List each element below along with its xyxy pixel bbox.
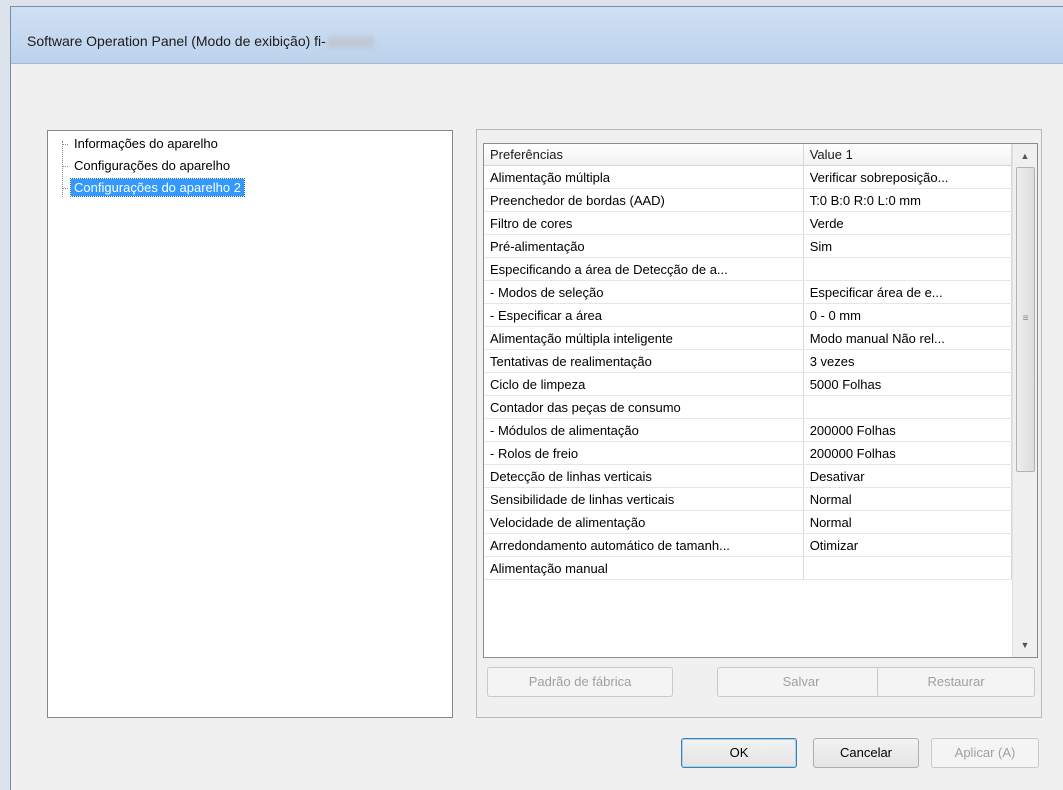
table-row[interactable]: - Módulos de alimentação 200000 Folhas <box>484 418 1013 442</box>
title-bar[interactable]: Software Operation Panel (Modo de exibiç… <box>11 7 1063 63</box>
property-name-cell: Detecção de linhas verticais <box>484 464 804 488</box>
table-row[interactable]: Pré-alimentação Sim <box>484 234 1013 258</box>
property-name-cell: Alimentação múltipla inteligente <box>484 326 804 350</box>
ok-button[interactable]: OK <box>681 738 797 768</box>
property-value-cell[interactable]: 200000 Folhas <box>803 441 1013 465</box>
table-row[interactable]: Alimentação manual <box>484 556 1013 580</box>
property-value-cell[interactable]: Especificar área de e... <box>803 280 1013 304</box>
scrollbar-thumb[interactable]: ≡ <box>1016 167 1035 472</box>
property-value-cell[interactable]: Normal <box>803 487 1013 511</box>
tree-item-device-settings-2[interactable]: Configurações do aparelho 2 <box>62 178 245 199</box>
property-name-cell: Alimentação manual <box>484 556 804 580</box>
property-value-cell[interactable]: Otimizar <box>803 533 1013 557</box>
property-value-cell[interactable]: 0 - 0 mm <box>803 303 1013 327</box>
table-row[interactable]: Sensibilidade de linhas verticais Normal <box>484 487 1013 511</box>
property-name-cell: Pré-alimentação <box>484 234 804 258</box>
window-title-text: Software Operation Panel (Modo de exibiç… <box>27 33 326 49</box>
settings-group: Preferências Value 1 Alimentação múltipl… <box>476 129 1042 718</box>
scroll-up-icon[interactable]: ▲ <box>1015 146 1035 166</box>
apply-button[interactable]: Aplicar (A) <box>931 738 1039 768</box>
property-value-cell[interactable]: T:0 B:0 R:0 L:0 mm <box>803 188 1013 212</box>
tree-connector <box>62 166 68 168</box>
restore-button[interactable]: Restaurar <box>877 667 1035 697</box>
property-value-cell[interactable]: 3 vezes <box>803 349 1013 373</box>
table-row[interactable]: Filtro de cores Verde <box>484 211 1013 235</box>
property-value-cell[interactable]: Desativar <box>803 464 1013 488</box>
property-value-cell[interactable]: Normal <box>803 510 1013 534</box>
property-value-cell[interactable] <box>803 395 1013 419</box>
table-row[interactable]: Tentativas de realimentação 3 vezes <box>484 349 1013 373</box>
preferences-grid[interactable]: Preferências Value 1 Alimentação múltipl… <box>483 143 1038 658</box>
save-button[interactable]: Salvar <box>717 667 885 697</box>
tree-connector <box>62 144 68 146</box>
property-value-cell[interactable]: Verificar sobreposição... <box>803 165 1013 189</box>
property-name-cell: - Modos de seleção <box>484 280 804 304</box>
property-value-cell[interactable]: Modo manual Não rel... <box>803 326 1013 350</box>
property-value-cell[interactable]: Verde <box>803 211 1013 235</box>
tree-item-label: Configurações do aparelho <box>74 158 231 173</box>
property-name-cell: Filtro de cores <box>484 211 804 235</box>
property-value-cell[interactable] <box>803 556 1013 580</box>
property-name-cell: - Especificar a área <box>484 303 804 327</box>
table-row[interactable]: Preenchedor de bordas (AAD) T:0 B:0 R:0 L… <box>484 188 1013 212</box>
property-name-cell: Sensibilidade de linhas verticais <box>484 487 804 511</box>
property-name-cell: Tentativas de realimentação <box>484 349 804 373</box>
table-row[interactable]: Alimentação múltipla inteligente Modo man… <box>484 326 1013 350</box>
preferences-table: Preferências Value 1 Alimentação múltipl… <box>484 144 1013 580</box>
property-name-cell: Preenchedor de bordas (AAD) <box>484 188 804 212</box>
tree-item-device-info[interactable]: Informações do aparelho <box>62 135 221 155</box>
property-name-cell: Velocidade de alimentação <box>484 510 804 534</box>
property-name-cell: - Módulos de alimentação <box>484 418 804 442</box>
table-row[interactable]: Alimentação múltipla Verificar sobreposiç… <box>484 165 1013 189</box>
table-row[interactable]: Detecção de linhas verticais Desativar <box>484 464 1013 488</box>
property-value-cell[interactable]: 5000 Folhas <box>803 372 1013 396</box>
redacted-model-name <box>327 36 374 48</box>
scrollbar-grip-icon: ≡ <box>1022 313 1029 324</box>
table-row[interactable]: Especificando a área de Detecção de a... <box>484 257 1013 281</box>
property-value-cell[interactable]: 200000 Folhas <box>803 418 1013 442</box>
property-name-cell: Arredondamento automático de tamanh... <box>484 533 804 557</box>
column-header-preferences[interactable]: Preferências <box>484 144 804 166</box>
property-name-cell: Alimentação múltipla <box>484 165 804 189</box>
settings-tree[interactable]: Informações do aparelho Configurações do… <box>47 130 453 718</box>
table-row[interactable]: Contador das peças de consumo <box>484 395 1013 419</box>
table-row[interactable]: - Rolos de freio 200000 Folhas <box>484 441 1013 465</box>
property-value-cell[interactable]: Sim <box>803 234 1013 258</box>
property-name-cell: Ciclo de limpeza <box>484 372 804 396</box>
dialog-window: Software Operation Panel (Modo de exibiç… <box>10 6 1063 790</box>
table-row[interactable]: Arredondamento automático de tamanh... Ot… <box>484 533 1013 557</box>
table-row[interactable]: Ciclo de limpeza 5000 Folhas <box>484 372 1013 396</box>
tree-item-label: Informações do aparelho <box>74 136 218 151</box>
cancel-button[interactable]: Cancelar <box>813 738 919 768</box>
property-value-cell[interactable] <box>803 257 1013 281</box>
dialog-client-area: Informações do aparelho Configurações do… <box>11 63 1063 790</box>
scroll-down-icon[interactable]: ▼ <box>1015 635 1035 655</box>
table-row[interactable]: - Especificar a área 0 - 0 mm <box>484 303 1013 327</box>
factory-default-button[interactable]: Padrão de fábrica <box>487 667 673 697</box>
table-row[interactable]: Velocidade de alimentação Normal <box>484 510 1013 534</box>
tree-item-device-settings[interactable]: Configurações do aparelho <box>62 157 233 177</box>
table-row[interactable]: - Modos de seleção Especificar área de e.… <box>484 280 1013 304</box>
property-name-cell: - Rolos de freio <box>484 441 804 465</box>
property-name-cell: Especificando a área de Detecção de a... <box>484 257 804 281</box>
property-name-cell: Contador das peças de consumo <box>484 395 804 419</box>
vertical-scrollbar[interactable]: ▲ ≡ ▼ <box>1012 144 1037 657</box>
window-title: Software Operation Panel (Modo de exibiç… <box>27 33 374 49</box>
tree-connector <box>62 188 68 190</box>
grid-header-row: Preferências Value 1 <box>484 144 1013 166</box>
column-header-value[interactable]: Value 1 <box>803 144 1013 166</box>
tree-item-label: Configurações do aparelho 2 <box>70 178 245 197</box>
